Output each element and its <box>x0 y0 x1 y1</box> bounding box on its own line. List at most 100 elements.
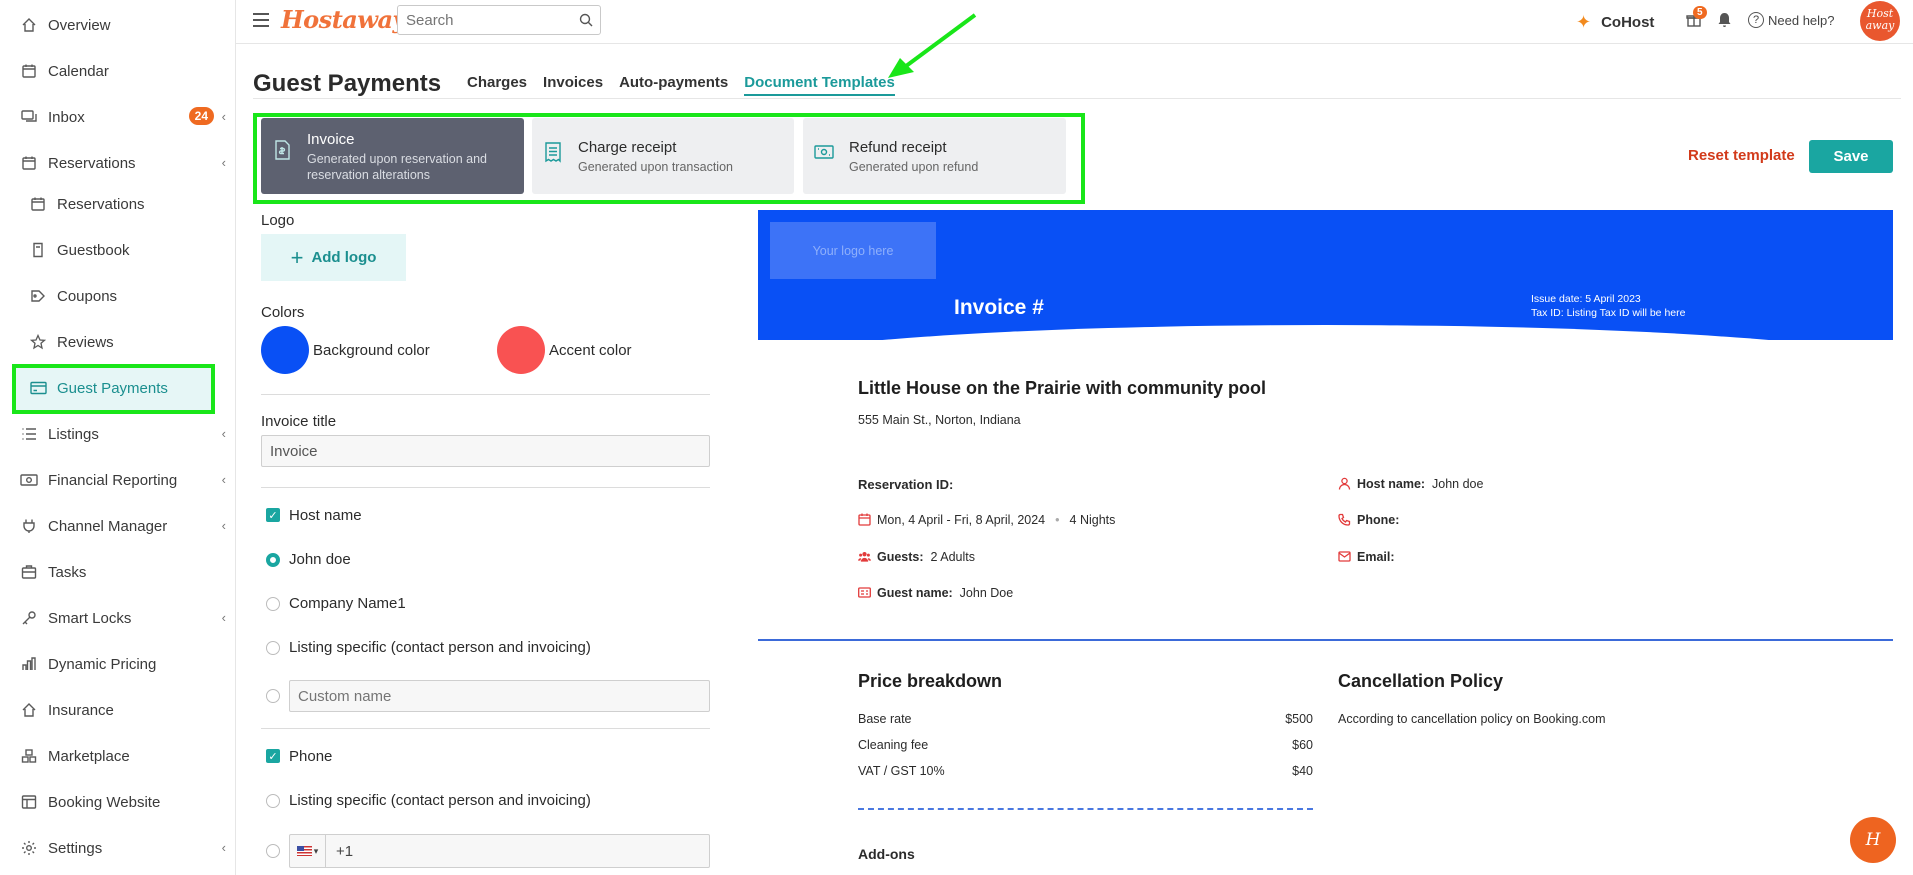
logo-label: Logo <box>261 212 295 229</box>
email-row: Email: <box>1338 550 1395 564</box>
sidebar-item-guestbook[interactable]: Guestbook <box>0 230 236 270</box>
chat-button[interactable]: H <box>1850 817 1896 863</box>
host-name-checkbox[interactable]: ✓ <box>266 508 280 522</box>
help-link[interactable]: ? Need help? <box>1748 12 1835 28</box>
issue-date: Issue date: 5 April 2023 <box>1531 293 1641 305</box>
sidebar-item-marketplace[interactable]: Marketplace <box>0 736 236 776</box>
phone-label: Phone <box>289 748 333 765</box>
sidebar-item-label: Guest Payments <box>57 379 168 397</box>
tab-invoices[interactable]: Invoices <box>543 74 603 96</box>
sidebar-item-label: Booking Website <box>48 793 161 811</box>
phone-icon <box>1338 513 1351 526</box>
sidebar-item-label: Reservations <box>48 154 136 172</box>
sidebar-item-reservations-group[interactable]: Reservations ‹ <box>0 143 236 183</box>
sparkle-icon: ✦ <box>1576 12 1592 32</box>
chevron-left-icon: ‹ <box>221 472 226 487</box>
accent-color-swatch[interactable] <box>497 326 545 374</box>
host-option-radio[interactable] <box>266 597 280 611</box>
question-icon: ? <box>1748 12 1764 28</box>
phone-prefix: +1 <box>336 842 354 860</box>
sidebar-item-overview[interactable]: Overview <box>0 5 236 45</box>
template-card-refund-receipt[interactable]: Refund receipt Generated upon refund <box>803 118 1066 194</box>
phone-checkbox[interactable]: ✓ <box>266 749 280 763</box>
divider <box>261 487 710 488</box>
sidebar-item-financial-reporting[interactable]: Financial Reporting ‹ <box>0 460 236 500</box>
bell-icon[interactable] <box>1717 12 1732 28</box>
email-icon <box>1338 551 1351 562</box>
sidebar-item-booking-website[interactable]: Booking Website <box>0 782 236 822</box>
tab-charges[interactable]: Charges <box>467 74 527 96</box>
sidebar-item-insurance[interactable]: Insurance <box>0 690 236 730</box>
template-card-invoice[interactable]: Invoice Generated upon reservation and r… <box>261 118 524 194</box>
chevron-left-icon: ‹ <box>221 426 226 441</box>
host-option-radio[interactable] <box>266 641 280 655</box>
host-option-radio[interactable] <box>266 553 280 567</box>
save-button[interactable]: Save <box>1809 140 1893 173</box>
host-option-label: Listing specific (contact person and inv… <box>289 639 591 656</box>
sidebar-item-label: Marketplace <box>48 747 130 765</box>
listing-address: 555 Main St., Norton, Indiana <box>858 413 1021 427</box>
sidebar-item-settings[interactable]: Settings ‹ <box>0 828 236 868</box>
background-color-swatch[interactable] <box>261 326 309 374</box>
template-card-charge-receipt[interactable]: Charge receipt Generated upon transactio… <box>532 118 794 194</box>
phone-option-radio[interactable] <box>266 844 280 858</box>
sidebar-item-channel-manager[interactable]: Channel Manager ‹ <box>0 506 236 546</box>
plus-icon: + <box>290 244 304 270</box>
sidebar-item-inbox[interactable]: Inbox 24 ‹ <box>0 97 236 137</box>
invoice-title-input[interactable] <box>261 435 710 467</box>
chevron-left-icon: ‹ <box>221 840 226 855</box>
sidebar-item-label: Calendar <box>48 62 109 80</box>
accent-color-label: Accent color <box>549 342 632 359</box>
cohost-button[interactable]: ✦ CoHost <box>1576 12 1654 33</box>
sidebar: Overview Calendar Inbox 24 ‹ Reservation… <box>0 0 236 875</box>
avatar[interactable]: Host away <box>1860 1 1900 41</box>
sidebar-item-dynamic-pricing[interactable]: Dynamic Pricing <box>0 644 236 684</box>
sidebar-item-coupons[interactable]: Coupons <box>0 276 236 316</box>
sidebar-item-reservations[interactable]: Reservations <box>0 184 236 224</box>
hostaway-logo[interactable]: Hostaway <box>281 5 407 34</box>
search-icon[interactable] <box>579 13 593 27</box>
logo-placeholder: Your logo here <box>770 222 936 279</box>
tab-document-templates[interactable]: Document Templates <box>744 74 895 96</box>
tabs: Charges Invoices Auto-payments Document … <box>467 74 911 96</box>
guests-value: 2 Adults <box>930 550 975 564</box>
sidebar-item-calendar[interactable]: Calendar <box>0 51 236 91</box>
sidebar-item-guest-payments[interactable]: Guest Payments <box>0 368 236 408</box>
country-select[interactable]: ▾ <box>290 835 326 867</box>
sidebar-item-reviews[interactable]: Reviews <box>0 322 236 362</box>
menu-icon[interactable] <box>253 13 269 27</box>
template-card-subtitle: Generated upon refund <box>849 160 979 174</box>
reset-template-button[interactable]: Reset template <box>1688 147 1795 164</box>
sidebar-item-listings[interactable]: Listings ‹ <box>0 414 236 454</box>
tab-auto-payments[interactable]: Auto-payments <box>619 74 728 96</box>
help-label: Need help? <box>1768 12 1835 28</box>
sidebar-item-label: Coupons <box>57 287 118 305</box>
listing-name: Little House on the Prairie with communi… <box>858 378 1267 398</box>
calendar-icon <box>29 195 47 213</box>
chevron-left-icon: ‹ <box>221 155 226 170</box>
divider <box>261 728 710 729</box>
email-label: Email: <box>1357 550 1395 564</box>
sidebar-item-smart-locks[interactable]: Smart Locks ‹ <box>0 598 236 638</box>
cohost-label: CoHost <box>1601 14 1655 31</box>
calendar-check-icon <box>20 154 38 172</box>
custom-name-input[interactable] <box>289 680 710 712</box>
receipt-icon <box>545 142 561 163</box>
guest-name-value: John Doe <box>959 586 1014 600</box>
template-card-subtitle: Generated upon transaction <box>578 160 733 174</box>
price-row-value: $500 <box>1285 712 1313 726</box>
price-row-value: $60 <box>1292 738 1313 752</box>
chevron-left-icon: ‹ <box>221 109 226 124</box>
house-shield-icon <box>20 701 38 719</box>
add-logo-button[interactable]: + Add logo <box>261 234 406 281</box>
phone-input[interactable]: ▾ +1 <box>289 834 710 868</box>
sidebar-item-tasks[interactable]: Tasks <box>0 552 236 592</box>
colors-label: Colors <box>261 304 305 321</box>
search-input[interactable] <box>397 5 601 35</box>
price-breakdown-title: Price breakdown <box>858 671 1003 691</box>
phone-option-radio[interactable] <box>266 794 280 808</box>
list-icon <box>20 425 38 443</box>
cancellation-title: Cancellation Policy <box>1338 671 1504 691</box>
host-option-radio[interactable] <box>266 689 280 703</box>
sidebar-item-label: Overview <box>48 16 111 34</box>
